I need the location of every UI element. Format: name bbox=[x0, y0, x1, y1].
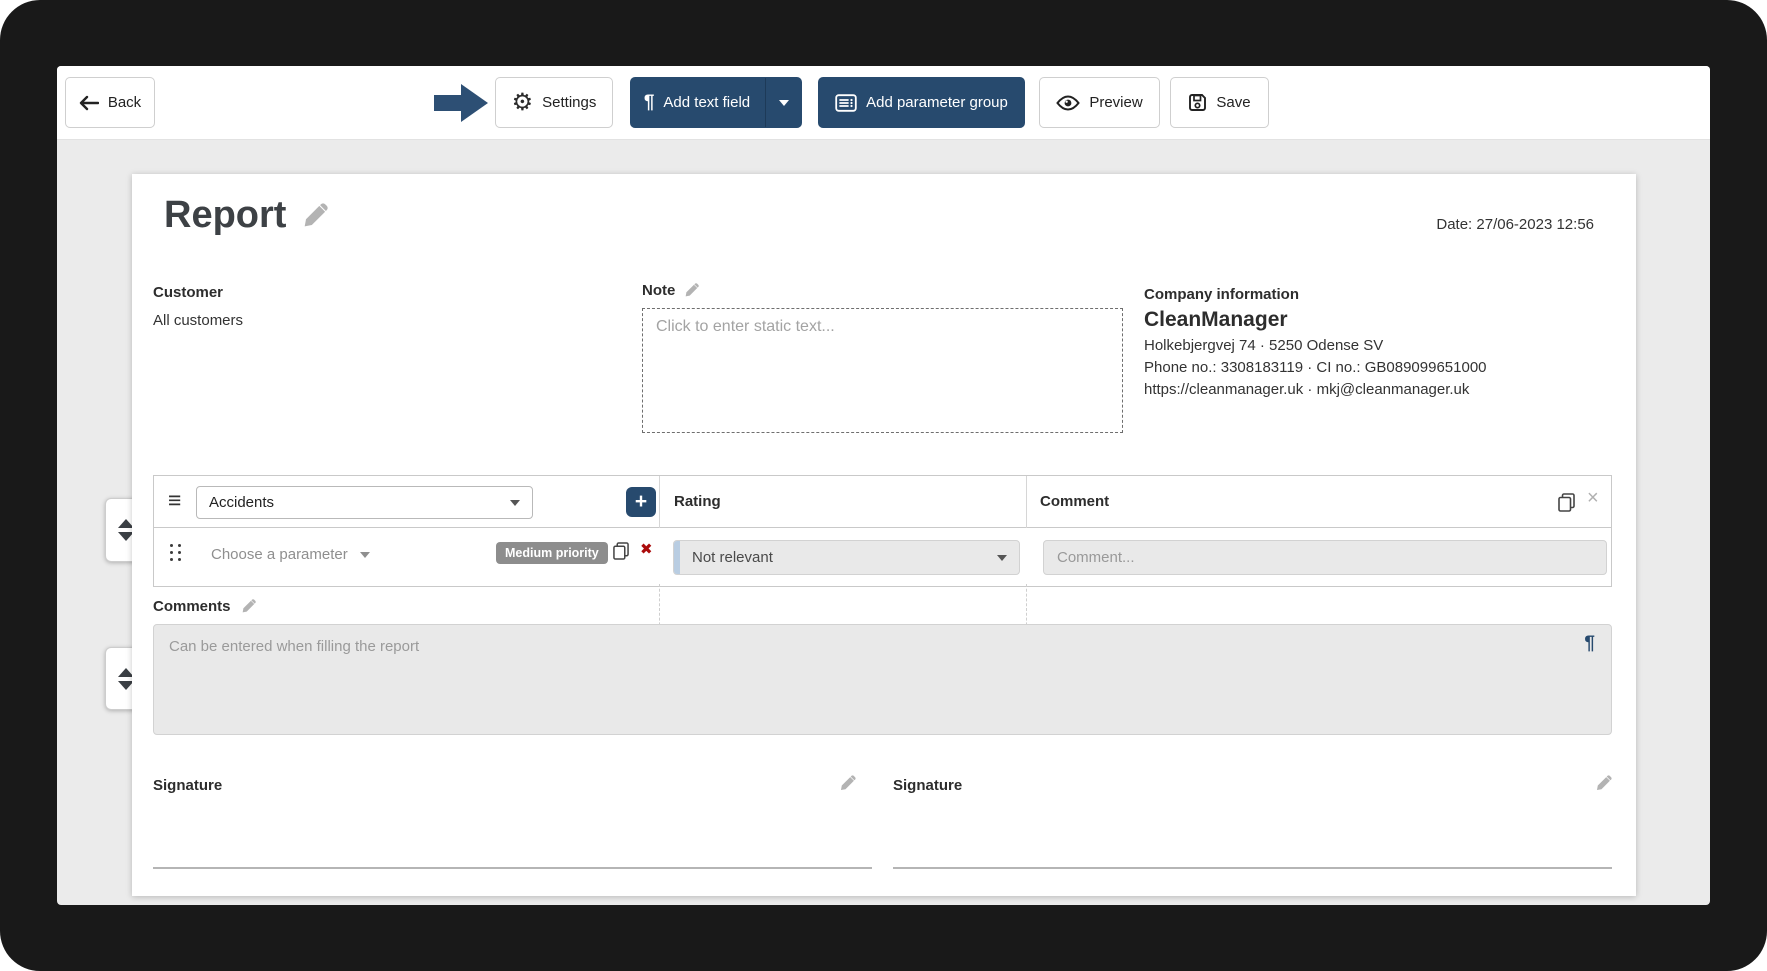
priority-badge: Medium priority bbox=[496, 542, 608, 564]
duplicate-group-icon[interactable] bbox=[1558, 493, 1575, 512]
comments-label-row: Comments bbox=[153, 598, 257, 615]
back-button[interactable]: Back bbox=[65, 77, 155, 128]
note-placeholder: Click to enter static text... bbox=[656, 318, 835, 335]
gear-icon: ⚙ bbox=[511, 88, 534, 116]
comment-column-header: Comment bbox=[1040, 493, 1110, 510]
chevron-down-icon bbox=[997, 554, 1007, 561]
back-label: Back bbox=[107, 94, 142, 111]
app-window: Back ⚙ Settings ¶ Add text field Add par… bbox=[57, 66, 1710, 905]
app-frame: Back ⚙ Settings ¶ Add text field Add par… bbox=[0, 0, 1767, 971]
settings-button[interactable]: ⚙ Settings bbox=[495, 77, 613, 128]
signature-left-line bbox=[153, 867, 872, 869]
chevron-down-icon bbox=[510, 499, 520, 506]
edit-signature-left-pencil-icon[interactable] bbox=[838, 774, 857, 793]
chevron-down-icon bbox=[778, 99, 789, 106]
add-parameter-group-button[interactable]: Add parameter group bbox=[818, 77, 1025, 128]
group-select-value: Accidents bbox=[209, 494, 275, 511]
company-phone: Phone no.: 3308183119 · CI no.: GB089099… bbox=[1144, 359, 1487, 376]
comment-placeholder: Comment... bbox=[1057, 549, 1135, 566]
pointer-arrow-icon bbox=[434, 84, 488, 122]
parameter-placeholder: Choose a parameter bbox=[211, 546, 348, 563]
add-text-field-button[interactable]: ¶ Add text field bbox=[630, 77, 802, 128]
report-title-text: Report bbox=[164, 194, 287, 236]
company-info-label: Company information bbox=[1144, 286, 1300, 303]
column-divider bbox=[659, 476, 660, 528]
remove-parameter-icon[interactable]: ✖ bbox=[640, 540, 653, 558]
parameter-row: Choose a parameter Medium priority ✖ Not… bbox=[154, 528, 1611, 635]
eye-icon bbox=[1056, 94, 1081, 111]
preview-label: Preview bbox=[1089, 94, 1143, 111]
save-button[interactable]: Save bbox=[1170, 77, 1269, 128]
company-information: Company information CleanManager Holkebj… bbox=[1144, 284, 1487, 401]
company-address: Holkebjergvej 74 · 5250 Odense SV bbox=[1144, 337, 1384, 354]
company-web: https://cleanmanager.uk · mkj@cleanmanag… bbox=[1144, 381, 1470, 398]
save-icon bbox=[1188, 93, 1207, 112]
rating-column-header: Rating bbox=[674, 493, 721, 510]
column-divider bbox=[1026, 476, 1027, 528]
duplicate-parameter-icon[interactable] bbox=[613, 542, 629, 560]
parameter-group-icon bbox=[835, 93, 857, 112]
company-name: CleanManager bbox=[1144, 308, 1288, 331]
drag-handle-icon[interactable] bbox=[170, 544, 181, 561]
back-arrow-icon bbox=[79, 95, 99, 111]
edit-signature-right-pencil-icon[interactable] bbox=[1594, 774, 1613, 793]
settings-label: Settings bbox=[542, 94, 597, 111]
comments-placeholder: Can be entered when filling the report bbox=[169, 638, 420, 655]
parameter-group: ≡ Accidents + Rating Comment × Choose a … bbox=[153, 475, 1612, 635]
comments-field[interactable]: Can be entered when filling the report ¶ bbox=[153, 624, 1612, 735]
edit-comments-pencil-icon[interactable] bbox=[240, 598, 257, 615]
comments-label: Comments bbox=[153, 598, 231, 615]
group-menu-icon[interactable]: ≡ bbox=[168, 487, 181, 514]
add-parameter-button[interactable]: + bbox=[626, 487, 656, 517]
edit-note-pencil-icon[interactable] bbox=[683, 282, 700, 299]
rating-select[interactable]: Not relevant bbox=[673, 540, 1020, 575]
parameter-group-header: ≡ Accidents + Rating Comment × bbox=[154, 476, 1611, 528]
remove-group-icon[interactable]: × bbox=[1587, 487, 1599, 510]
save-label: Save bbox=[1216, 94, 1251, 111]
add-text-field-dropdown[interactable] bbox=[765, 78, 801, 127]
text-field-pilcrow-icon: ¶ bbox=[1584, 633, 1595, 654]
report-date: Date: 27/06-2023 12:56 bbox=[1436, 216, 1594, 233]
signature-right-line bbox=[893, 867, 1612, 869]
note-label: Note bbox=[642, 282, 676, 299]
customer-label: Customer bbox=[153, 284, 224, 301]
customer-value: All customers bbox=[153, 312, 244, 329]
pilcrow-icon: ¶ bbox=[643, 91, 655, 113]
chevron-down-icon bbox=[359, 551, 370, 558]
add-parameter-group-label: Add parameter group bbox=[866, 94, 1008, 111]
signature-right-label: Signature bbox=[893, 777, 963, 794]
add-text-field-label: Add text field bbox=[663, 94, 751, 111]
rating-select-accent bbox=[674, 541, 680, 574]
edit-title-pencil-icon[interactable] bbox=[300, 201, 330, 231]
plus-icon: + bbox=[634, 490, 648, 513]
signature-left-label: Signature bbox=[153, 777, 223, 794]
parameter-select[interactable]: Choose a parameter bbox=[211, 546, 370, 563]
rating-select-value: Not relevant bbox=[692, 549, 773, 566]
report-card: Report Date: 27/06-2023 12:56 Customer A… bbox=[132, 174, 1636, 896]
toolbar: Back ⚙ Settings ¶ Add text field Add par… bbox=[57, 66, 1710, 140]
note-static-text-field[interactable]: Click to enter static text... bbox=[642, 308, 1123, 433]
group-select[interactable]: Accidents bbox=[196, 486, 533, 519]
preview-button[interactable]: Preview bbox=[1039, 77, 1160, 128]
page-title: Report bbox=[164, 194, 330, 237]
note-label-row: Note bbox=[642, 282, 700, 299]
comment-input[interactable]: Comment... bbox=[1043, 540, 1607, 575]
